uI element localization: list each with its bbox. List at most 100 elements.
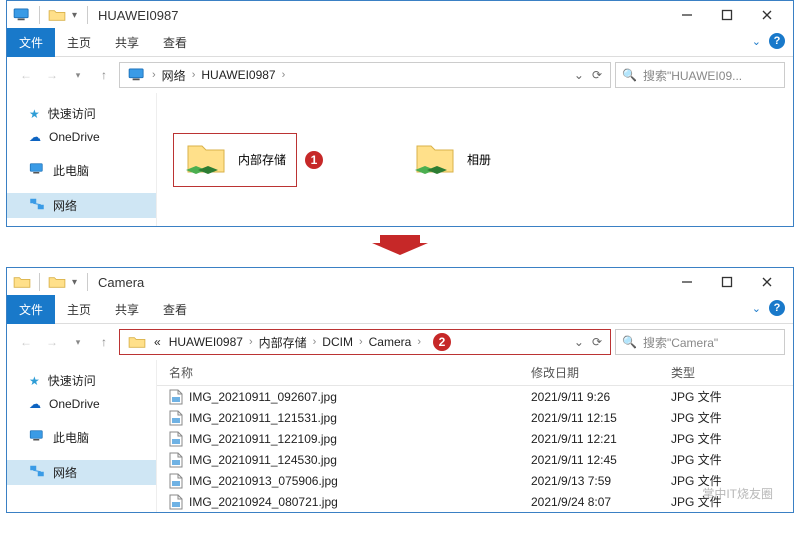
breadcrumb-prefix[interactable]: «	[150, 330, 165, 354]
refresh-icon[interactable]: ⟳	[592, 335, 602, 349]
maximize-button[interactable]	[707, 1, 747, 29]
folder-album[interactable]: 相册	[403, 105, 501, 214]
chevron-down-icon[interactable]: ⌄	[752, 35, 761, 48]
address-dropdown-icon[interactable]: ⌄	[574, 335, 584, 349]
address-bar[interactable]: › 网络 › HUAWEI0987 › ⌄ ⟳	[119, 62, 611, 88]
file-name: IMG_20210913_075906.jpg	[189, 474, 338, 488]
breadcrumb[interactable]: Camera	[365, 330, 416, 354]
image-file-icon	[169, 473, 183, 489]
sidebar-item-quick[interactable]: ★快速访问	[7, 101, 156, 126]
network-icon	[29, 198, 45, 213]
nav-row: ← → ▾ ↑ « HUAWEI0987 › 内部存储 › DCIM › Cam…	[7, 324, 793, 360]
titlebar: ▾ Camera	[7, 268, 793, 296]
address-bar[interactable]: « HUAWEI0987 › 内部存储 › DCIM › Camera › 2 …	[119, 329, 611, 355]
pc-icon	[124, 63, 150, 87]
up-button[interactable]: ↑	[93, 64, 115, 86]
breadcrumb[interactable]: 内部存储	[255, 330, 311, 354]
tab-home[interactable]: 主页	[55, 295, 103, 324]
sidebar-item-thispc[interactable]: 此电脑	[7, 158, 156, 183]
sidebar-item-thispc[interactable]: 此电脑	[7, 425, 156, 450]
sidebar-item-quick[interactable]: ★快速访问	[7, 368, 156, 393]
file-name: IMG_20210911_124530.jpg	[189, 453, 337, 467]
chevron-right-icon[interactable]: ›	[280, 69, 288, 81]
sidebar-item-label: OneDrive	[49, 130, 100, 144]
maximize-button[interactable]	[707, 268, 747, 296]
file-list[interactable]: 名称 修改日期 类型 IMG_20210911_092607.jpg2021/9…	[157, 360, 793, 512]
chevron-right-icon[interactable]: ›	[247, 336, 255, 348]
tab-file[interactable]: 文件	[7, 295, 55, 324]
sidebar-item-onedrive[interactable]: ☁ OneDrive	[7, 126, 156, 148]
sidebar-item-onedrive[interactable]: ☁OneDrive	[7, 393, 156, 415]
chevron-down-icon[interactable]: ⌄	[752, 302, 761, 315]
chevron-right-icon[interactable]: ›	[357, 336, 365, 348]
address-dropdown-icon[interactable]: ⌄	[574, 68, 584, 82]
table-row[interactable]: IMG_20210911_122109.jpg2021/9/11 12:21JP…	[157, 428, 793, 449]
close-button[interactable]	[747, 268, 787, 296]
image-file-icon	[169, 452, 183, 468]
history-dropdown-icon[interactable]: ▾	[67, 64, 89, 86]
table-row[interactable]: IMG_20210911_121531.jpg2021/9/11 12:15JP…	[157, 407, 793, 428]
window-title: HUAWEI0987	[98, 8, 178, 23]
file-type: JPG 文件	[671, 430, 781, 447]
explorer-window-1: ▾ HUAWEI0987 文件 主页 共享 查看 ⌄ ? ← → ▾ ↑ › 网	[6, 0, 794, 227]
tab-view[interactable]: 查看	[151, 28, 199, 57]
chevron-right-icon[interactable]: ›	[415, 336, 423, 348]
file-type: JPG 文件	[671, 388, 781, 405]
tab-share[interactable]: 共享	[103, 295, 151, 324]
breadcrumb[interactable]: DCIM	[318, 330, 357, 354]
folder-label: 相册	[467, 151, 491, 168]
sidebar-item-network[interactable]: 网络	[7, 193, 156, 218]
network-icon	[29, 465, 45, 480]
col-name[interactable]: 名称	[169, 364, 531, 381]
back-button[interactable]: ←	[15, 331, 37, 353]
col-date[interactable]: 修改日期	[531, 364, 671, 381]
sidebar-item-label: 此电脑	[53, 429, 89, 446]
table-row[interactable]: IMG_20210913_075906.jpg2021/9/13 7:59JPG…	[157, 470, 793, 491]
file-type: JPG 文件	[671, 493, 781, 510]
tab-file[interactable]: 文件	[7, 28, 55, 57]
close-button[interactable]	[747, 1, 787, 29]
network-folder-icon	[184, 140, 228, 180]
back-button[interactable]: ←	[15, 64, 37, 86]
qat-dropdown-icon[interactable]: ▾	[70, 277, 79, 288]
history-dropdown-icon[interactable]: ▾	[67, 331, 89, 353]
folder-icon	[48, 6, 66, 24]
help-icon[interactable]: ?	[769, 300, 785, 316]
chevron-right-icon[interactable]: ›	[311, 336, 319, 348]
refresh-icon[interactable]: ⟳	[592, 68, 602, 82]
folder-internal-storage[interactable]: 内部存储	[173, 133, 297, 187]
file-type: JPG 文件	[671, 472, 781, 489]
up-button[interactable]: ↑	[93, 331, 115, 353]
file-name: IMG_20210924_080721.jpg	[189, 495, 338, 509]
content-pane[interactable]: 内部存储 1 相册	[157, 93, 793, 226]
breadcrumb[interactable]: HUAWEI0987	[197, 63, 279, 87]
sidebar-item-label: 此电脑	[53, 162, 89, 179]
file-type: JPG 文件	[671, 451, 781, 468]
table-row[interactable]: IMG_20210911_092607.jpg2021/9/11 9:26JPG…	[157, 386, 793, 407]
tab-view[interactable]: 查看	[151, 295, 199, 324]
tab-share[interactable]: 共享	[103, 28, 151, 57]
forward-button[interactable]: →	[41, 331, 63, 353]
breadcrumb[interactable]: HUAWEI0987	[165, 330, 247, 354]
col-type[interactable]: 类型	[671, 364, 781, 381]
folder-icon	[124, 330, 150, 354]
table-row[interactable]: IMG_20210911_124530.jpg2021/9/11 12:45JP…	[157, 449, 793, 470]
file-date: 2021/9/11 12:21	[531, 432, 671, 446]
sidebar-item-label: 快速访问	[48, 105, 96, 122]
chevron-right-icon[interactable]: ›	[190, 69, 198, 81]
forward-button[interactable]: →	[41, 64, 63, 86]
tab-home[interactable]: 主页	[55, 28, 103, 57]
minimize-button[interactable]	[667, 1, 707, 29]
table-row[interactable]: IMG_20210924_080721.jpg2021/9/24 8:07JPG…	[157, 491, 793, 512]
image-file-icon	[169, 389, 183, 405]
search-input[interactable]: 🔍 搜索"Camera"	[615, 329, 785, 355]
sidebar-item-label: 网络	[53, 197, 77, 214]
breadcrumb[interactable]: 网络	[158, 63, 190, 87]
minimize-button[interactable]	[667, 268, 707, 296]
help-icon[interactable]: ?	[769, 33, 785, 49]
qat-dropdown-icon[interactable]: ▾	[70, 10, 79, 21]
cloud-icon: ☁	[29, 130, 41, 144]
chevron-right-icon[interactable]: ›	[150, 69, 158, 81]
search-input[interactable]: 🔍 搜索"HUAWEI09...	[615, 62, 785, 88]
sidebar-item-network[interactable]: 网络	[7, 460, 156, 485]
